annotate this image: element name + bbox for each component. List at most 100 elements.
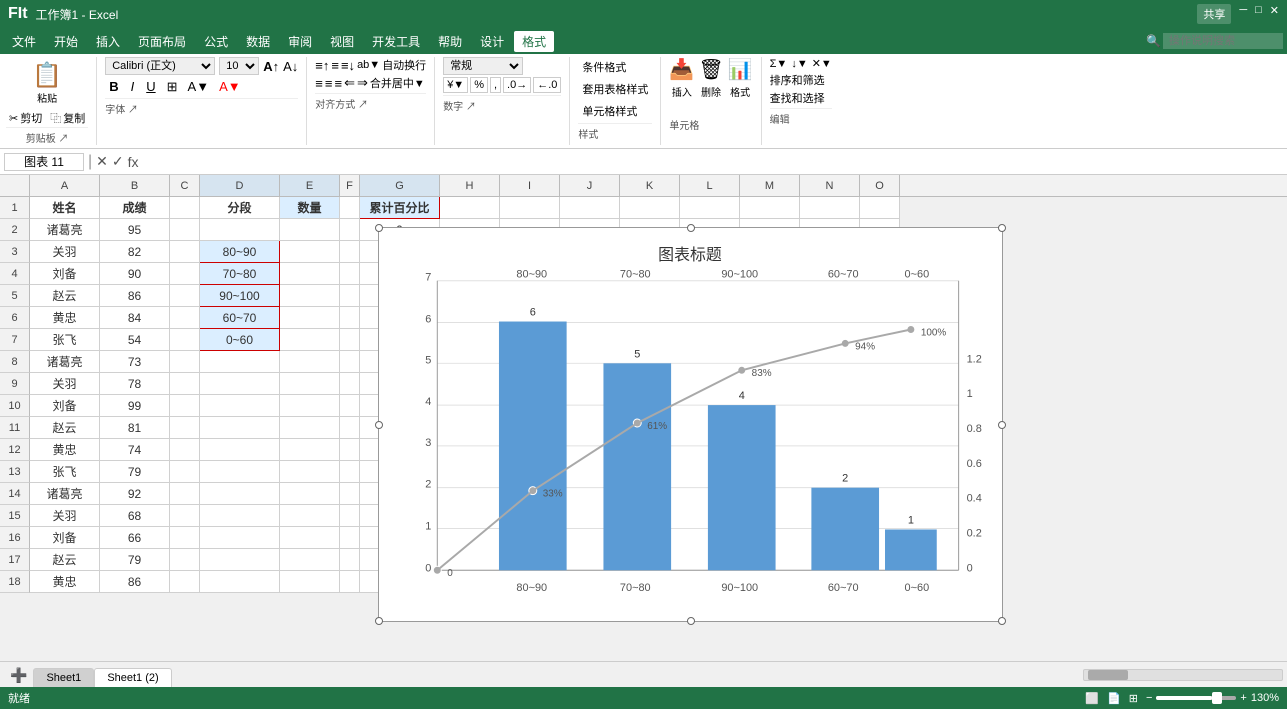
cell[interactable] <box>680 197 740 219</box>
cell[interactable]: 成绩 <box>100 197 170 219</box>
cell[interactable]: 黄忠 <box>30 571 100 593</box>
cell[interactable] <box>280 373 340 395</box>
cell[interactable]: 刘备 <box>30 527 100 549</box>
menu-home[interactable]: 开始 <box>46 31 86 52</box>
cell[interactable] <box>340 571 360 593</box>
col-header-E[interactable]: E <box>280 175 340 196</box>
cell[interactable] <box>200 571 280 593</box>
cell[interactable]: 关羽 <box>30 505 100 527</box>
menu-help[interactable]: 帮助 <box>430 31 470 52</box>
cell[interactable]: 54 <box>100 329 170 351</box>
paste-button[interactable]: 📋 粘贴 <box>26 57 68 109</box>
insert-cell-button[interactable]: 📥 插入 <box>669 57 694 99</box>
format-cell-button[interactable]: 📊 格式 <box>728 57 753 99</box>
cell[interactable]: 黄忠 <box>30 307 100 329</box>
menu-review[interactable]: 审阅 <box>280 31 320 52</box>
cell[interactable] <box>280 263 340 285</box>
cell[interactable] <box>280 329 340 351</box>
cell[interactable] <box>170 241 200 263</box>
indent-decrease-icon[interactable]: ⇐ <box>344 75 355 91</box>
cell[interactable] <box>280 395 340 417</box>
font-decrease-icon[interactable]: A↓ <box>283 59 298 74</box>
cell[interactable] <box>200 549 280 571</box>
cell[interactable] <box>200 395 280 417</box>
cell[interactable]: 90 <box>100 263 170 285</box>
chart-handle-bottom[interactable] <box>687 617 695 625</box>
font-color-button[interactable]: A▼ <box>216 78 244 95</box>
wrap-text-button[interactable]: 自动换行 <box>382 57 426 73</box>
chart-handle-left[interactable] <box>375 421 383 429</box>
horizontal-scrollbar[interactable] <box>1083 669 1283 681</box>
cell[interactable] <box>280 549 340 571</box>
cell[interactable] <box>280 285 340 307</box>
cell[interactable]: 分段 <box>200 197 280 219</box>
align-left-icon[interactable]: ≡ <box>315 76 323 91</box>
cell[interactable] <box>500 197 560 219</box>
col-header-H[interactable]: H <box>440 175 500 196</box>
row-header[interactable]: 14 <box>0 483 30 505</box>
cell[interactable] <box>340 285 360 307</box>
thousands-button[interactable]: , <box>490 77 501 93</box>
cell[interactable] <box>200 527 280 549</box>
font-size-select[interactable]: 10 <box>219 57 259 75</box>
cell-style-button[interactable]: 单元格样式 <box>578 101 652 121</box>
indent-increase-icon[interactable]: ⇒ <box>357 75 368 91</box>
cell[interactable] <box>340 351 360 373</box>
row-header[interactable]: 5 <box>0 285 30 307</box>
cell[interactable] <box>340 483 360 505</box>
col-header-A[interactable]: A <box>30 175 100 196</box>
cell[interactable] <box>340 329 360 351</box>
cell[interactable] <box>340 527 360 549</box>
conditional-format-button[interactable]: 条件格式 <box>578 57 652 77</box>
row-header[interactable]: 18 <box>0 571 30 593</box>
window-minimize[interactable]: ─ <box>1239 4 1247 24</box>
menu-format[interactable]: 格式 <box>514 31 554 52</box>
table-style-button[interactable]: 套用表格样式 <box>578 79 652 99</box>
cell[interactable] <box>740 197 800 219</box>
row-header[interactable]: 16 <box>0 527 30 549</box>
cell[interactable] <box>170 417 200 439</box>
cell[interactable]: 累计百分比 <box>360 197 440 219</box>
cell[interactable] <box>620 197 680 219</box>
col-header-F[interactable]: F <box>340 175 360 196</box>
menu-view[interactable]: 视图 <box>322 31 362 52</box>
font-increase-icon[interactable]: A↑ <box>263 59 279 74</box>
cell[interactable] <box>170 197 200 219</box>
cell[interactable] <box>340 439 360 461</box>
col-header-K[interactable]: K <box>620 175 680 196</box>
cell[interactable]: 84 <box>100 307 170 329</box>
find-select-button[interactable]: 查找和选择 <box>770 90 832 106</box>
cell[interactable] <box>860 197 900 219</box>
cell[interactable] <box>280 483 340 505</box>
cell[interactable] <box>170 505 200 527</box>
name-box[interactable] <box>4 153 84 171</box>
border-button[interactable]: ⊞ <box>164 78 181 96</box>
cell[interactable]: 张飞 <box>30 329 100 351</box>
cell[interactable] <box>200 351 280 373</box>
cell[interactable]: 赵云 <box>30 285 100 307</box>
row-header[interactable]: 12 <box>0 439 30 461</box>
scrollbar-thumb[interactable] <box>1088 670 1128 680</box>
col-header-B[interactable]: B <box>100 175 170 196</box>
cell[interactable] <box>340 373 360 395</box>
formula-insert-icon[interactable]: fx <box>128 154 139 170</box>
align-center-icon[interactable]: ≡ <box>325 76 333 91</box>
row-header[interactable]: 2 <box>0 219 30 241</box>
menu-page-layout[interactable]: 页面布局 <box>130 31 194 52</box>
cell[interactable]: 68 <box>100 505 170 527</box>
decimal-increase-button[interactable]: .0→ <box>503 77 531 93</box>
cell[interactable] <box>280 307 340 329</box>
cell[interactable] <box>170 395 200 417</box>
cell[interactable]: 诸葛亮 <box>30 483 100 505</box>
cell[interactable] <box>340 219 360 241</box>
zoom-minus-icon[interactable]: − <box>1146 692 1152 704</box>
cell[interactable] <box>280 241 340 263</box>
cell[interactable]: 80~90 <box>200 241 280 263</box>
cell[interactable]: 95 <box>100 219 170 241</box>
zoom-handle[interactable] <box>1212 692 1222 704</box>
col-header-D[interactable]: D <box>200 175 280 196</box>
col-header-O[interactable]: O <box>860 175 900 196</box>
row-header[interactable]: 8 <box>0 351 30 373</box>
col-header-G[interactable]: G <box>360 175 440 196</box>
underline-button[interactable]: U <box>142 77 159 96</box>
